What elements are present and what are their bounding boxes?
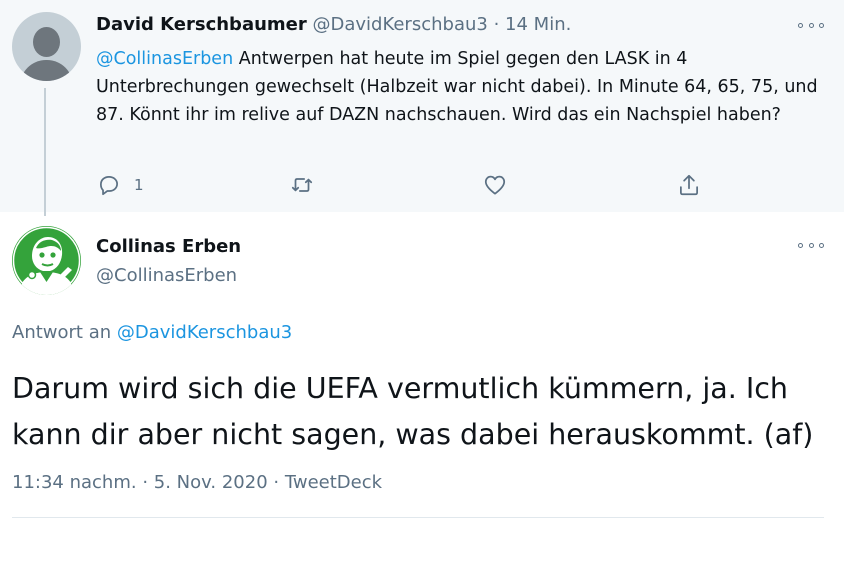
like-icon (484, 175, 506, 195)
author-name[interactable]: David Kerschbaumer (96, 14, 307, 35)
reply-author-handle[interactable]: @CollinasErben (96, 265, 237, 286)
tweet-source[interactable]: TweetDeck (285, 472, 382, 493)
reply-author-name[interactable]: Collinas Erben (96, 236, 241, 257)
like-button[interactable] (482, 172, 508, 198)
replying-to-label: Antwort an (12, 322, 117, 343)
retweet-button[interactable] (289, 172, 315, 198)
replying-to-handle[interactable]: @DavidKerschbau3 (117, 322, 292, 343)
separator-dot: · (493, 14, 500, 35)
reply-icon (100, 176, 118, 196)
parent-tweet-text: @CollinasErben Antwerpen hat heute im Sp… (96, 45, 831, 129)
reply-tweet-text: Darum wird sich die UEFA vermutlich kümm… (12, 372, 814, 451)
more-icon[interactable] (798, 240, 824, 250)
tweet-date[interactable]: 5. Nov. 2020 (154, 472, 268, 493)
collinas-erben-avatar[interactable] (12, 226, 81, 295)
tweet-timestamp[interactable]: 11:34 nachm. (12, 472, 137, 493)
parent-tweet-header: David Kerschbaumer @DavidKerschbau3 · 14… (96, 14, 571, 35)
replying-to: Antwort an @DavidKerschbau3 (12, 322, 292, 343)
divider (12, 517, 824, 518)
reply-button[interactable]: 1 (96, 172, 144, 198)
tweet-meta: 11:34 nachm. · 5. Nov. 2020 · TweetDeck (12, 472, 382, 493)
retweet-icon (291, 178, 313, 192)
share-button[interactable] (676, 172, 702, 198)
parent-tweet[interactable]: David Kerschbaumer @DavidKerschbau3 · 14… (0, 0, 844, 216)
tweet-time[interactable]: 14 Min. (505, 14, 571, 35)
author-handle[interactable]: @DavidKerschbau3 (312, 14, 487, 35)
separator-dot: · (267, 472, 285, 493)
default-avatar[interactable] (12, 12, 81, 81)
share-icon (680, 174, 698, 196)
reply-count: 1 (134, 176, 144, 194)
mention-link[interactable]: @CollinasErben (96, 49, 233, 69)
tweet-actions: 1 (0, 172, 844, 200)
referee-portrait-icon (12, 226, 81, 295)
separator-dot: · (136, 472, 154, 493)
more-icon[interactable] (798, 20, 824, 30)
